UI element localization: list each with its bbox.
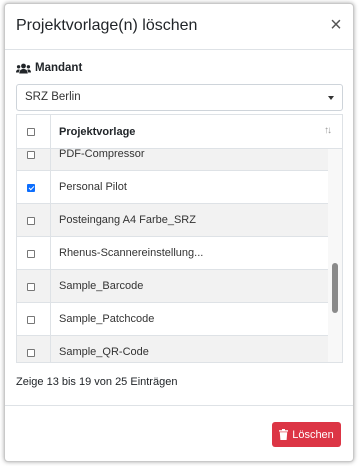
delete-button-label: Löschen [292, 428, 334, 441]
dialog-title: Projektvorlage(n) löschen [16, 17, 198, 34]
table-row[interactable]: Rhenus-Scannereinstellung... [17, 237, 328, 270]
row-label: Posteingang A4 Farbe_SRZ [59, 213, 196, 226]
dialog-footer: Löschen [5, 405, 353, 461]
column-divider [50, 171, 51, 203]
table-row[interactable]: Personal Pilot [17, 171, 328, 204]
mandant-label-text: Mandant [35, 62, 83, 74]
row-checkbox[interactable] [27, 282, 35, 291]
row-checkbox[interactable] [27, 348, 35, 357]
mandant-label: Mandant [16, 62, 82, 74]
table-info: Zeige 13 bis 19 von 25 Einträgen [16, 376, 178, 388]
sort-icon[interactable]: ↑↓ [324, 125, 332, 136]
table-row[interactable]: Posteingang A4 Farbe_SRZ [17, 204, 328, 237]
row-checkbox[interactable] [27, 315, 35, 324]
table-scrollbar[interactable] [328, 149, 342, 362]
column-divider [50, 204, 51, 236]
scrollbar-thumb[interactable] [332, 263, 338, 313]
column-divider [50, 270, 51, 302]
chevron-down-icon [328, 96, 334, 100]
row-label: Rhenus-Scannereinstellung... [59, 246, 204, 259]
row-checkbox[interactable] [27, 216, 35, 225]
dialog-header: Projektvorlage(n) löschen × [5, 4, 353, 50]
delete-templates-dialog: Projektvorlage(n) löschen × Mandant SRZ … [4, 3, 354, 462]
row-label: Sample_QR-Code [59, 345, 149, 358]
delete-button[interactable]: Löschen [272, 422, 341, 447]
column-divider [50, 303, 51, 335]
users-icon [16, 63, 31, 74]
select-all-checkbox[interactable] [27, 128, 35, 136]
row-checkbox[interactable] [27, 183, 35, 192]
column-divider [50, 115, 51, 148]
table-row[interactable]: Sample_Patchcode [17, 303, 328, 336]
column-divider [50, 336, 51, 362]
table-row[interactable]: Sample_QR-Code [17, 336, 328, 362]
mandant-select[interactable]: SRZ Berlin [16, 84, 343, 111]
row-label: PDF-Compressor [59, 147, 145, 160]
table-row[interactable]: Sample_Barcode [17, 270, 328, 303]
row-checkbox[interactable] [27, 249, 35, 258]
column-divider [50, 237, 51, 269]
row-label: Sample_Barcode [59, 279, 144, 292]
row-checkbox[interactable] [27, 150, 35, 159]
row-label: Personal Pilot [59, 180, 127, 193]
row-label: Sample_Patchcode [59, 312, 155, 325]
column-header-projektvorlage[interactable]: Projektvorlage [59, 126, 135, 138]
table-header: Projektvorlage ↑↓ [17, 115, 342, 149]
trash-icon [279, 429, 289, 440]
mandant-select-value: SRZ Berlin [25, 91, 81, 103]
templates-table: Projektvorlage ↑↓ PDF-Compressor Personal… [16, 114, 343, 363]
close-icon[interactable]: × [328, 15, 344, 35]
